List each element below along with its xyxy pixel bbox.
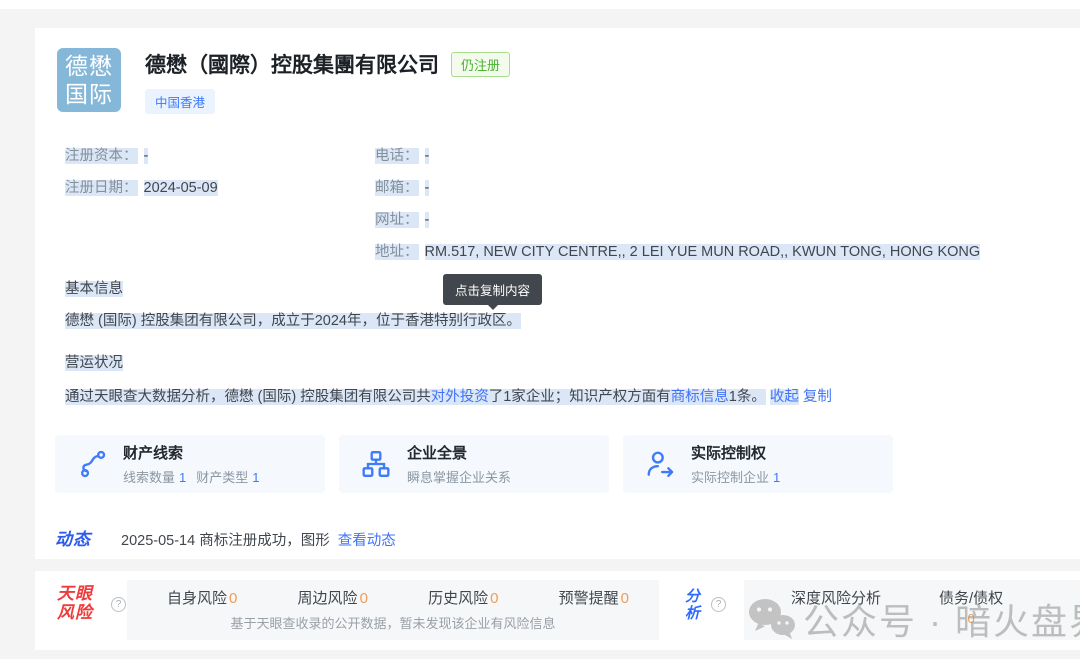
info-row-website: 网址：- — [375, 210, 980, 231]
news-text: 2025-05-14 商标注册成功，图形 — [121, 529, 330, 550]
operation-text-part2: 了1家企业；知识产权方面有 — [489, 389, 671, 405]
analysis-help-icon[interactable]: ? — [711, 597, 726, 612]
analysis-item-deep-risk[interactable]: 深度风险分析 — [791, 587, 881, 626]
clue-icon — [77, 449, 107, 479]
copy-link[interactable]: 复制 — [803, 389, 832, 405]
outbound-investment-link[interactable]: 对外投资 — [431, 389, 489, 405]
company-profile-card: 德懋 国际 德懋（國際）控股集團有限公司 仍注册 中国香港 注册资本：- 注册日… — [35, 28, 1080, 559]
info-label: 注册资本： — [65, 148, 138, 164]
news-logo: 动态 — [55, 525, 91, 550]
collapse-link[interactable]: 收起 — [770, 389, 799, 405]
info-row-registered-date: 注册日期： 2024-05-09 — [65, 178, 218, 199]
risk-note: 基于天眼查收录的公开数据，暂未发现该企业有风险信息 — [127, 613, 659, 632]
news-row: 动态 2025-05-14 商标注册成功，图形 查看动态 — [55, 525, 396, 550]
basic-info-text[interactable]: 德懋 (国际) 控股集团有限公司，成立于2024年，位于香港特别行政区。 — [65, 310, 832, 332]
info-value[interactable]: RM.517, NEW CITY CENTRE,, 2 LEI YUE MUN … — [425, 244, 981, 260]
risk-help-icon[interactable]: ? — [111, 597, 126, 612]
operation-text-part1: 通过天眼查大数据分析，德懋 (国际) 控股集团有限公司共 — [65, 389, 431, 405]
info-value[interactable]: - — [144, 148, 149, 164]
info-label: 网址： — [375, 212, 419, 228]
analysis-item-debt[interactable]: 债务/债权0 — [939, 587, 1003, 626]
info-row-registered-capital: 注册资本：- — [65, 146, 218, 167]
company-logo-line1: 德懋 — [57, 52, 121, 80]
info-row-phone: 电话：- — [375, 146, 980, 167]
card-property-clues[interactable]: 财产线索 线索数量1财产类型1 — [55, 435, 325, 493]
operation-heading: 营运状况 — [65, 352, 832, 374]
card-title: 企业全景 — [407, 442, 511, 463]
analysis-panel: 深度风险分析 债务/债权0 竞 — [744, 580, 1080, 640]
card-actual-control[interactable]: 实际控制权 实际控制企业1 — [623, 435, 893, 493]
title-row: 德懋（國際）控股集團有限公司 仍注册 — [145, 49, 510, 79]
info-label: 邮箱： — [375, 180, 419, 196]
copy-tooltip: 点击复制内容 — [443, 274, 542, 305]
card-title: 实际控制权 — [691, 442, 790, 463]
info-row-email: 邮箱：- — [375, 178, 980, 199]
actual-control-icon — [645, 449, 675, 479]
risk-item-surrounding[interactable]: 周边风险0 — [298, 587, 368, 608]
info-label: 地址： — [375, 244, 419, 260]
info-label: 注册日期： — [65, 180, 138, 196]
info-value[interactable]: - — [425, 148, 430, 164]
operation-text: 通过天眼查大数据分析，德懋 (国际) 控股集团有限公司共对外投资了1家企业；知识… — [65, 386, 832, 408]
info-value[interactable]: 2024-05-09 — [144, 180, 218, 196]
card-title: 财产线索 — [123, 442, 270, 463]
risk-panel: 自身风险0 周边风险0 历史风险0 预警提醒0 基于天眼查收录的公开数据，暂未发… — [127, 580, 659, 640]
top-strip — [0, 0, 1080, 9]
risk-analysis-bar: 天眼 风险 ? 自身风险0 周边风险0 历史风险0 预警提醒0 基于天眼查收录的… — [35, 571, 1080, 650]
card-company-panorama[interactable]: 企业全景 瞬息掌握企业关系 — [339, 435, 609, 493]
info-row-address: 地址： RM.517, NEW CITY CENTRE,, 2 LEI YUE M… — [375, 242, 980, 263]
region-tag: 中国香港 — [145, 89, 215, 114]
feature-cards: 财产线索 线索数量1财产类型1 企业全景 瞬息掌握企业关系 — [55, 435, 907, 493]
company-logo-line2: 国际 — [57, 80, 121, 108]
org-chart-icon — [361, 449, 391, 479]
company-logo: 德懋 国际 — [57, 48, 121, 112]
card-subtitle: 瞬息掌握企业关系 — [407, 467, 511, 486]
view-news-link[interactable]: 查看动态 — [338, 529, 396, 550]
info-column-right: 电话：- 邮箱：- 网址：- 地址：RM.517, NEW CITY CENTR… — [375, 146, 980, 274]
risk-item-history[interactable]: 历史风险0 — [428, 587, 498, 608]
trademark-info-link[interactable]: 商标信息 — [671, 389, 729, 405]
info-value[interactable]: - — [425, 212, 430, 228]
risk-items: 自身风险0 周边风险0 历史风险0 预警提醒0 — [127, 580, 659, 608]
analysis-items: 深度风险分析 债务/债权0 竞 — [744, 580, 1080, 626]
info-column-left: 注册资本：- 注册日期： 2024-05-09 — [65, 146, 218, 210]
card-subtitle: 实际控制企业1 — [691, 467, 790, 486]
risk-item-warning[interactable]: 预警提醒0 — [559, 587, 629, 608]
tianyan-risk-logo: 天眼 风险 — [57, 584, 93, 622]
status-badge: 仍注册 — [451, 52, 510, 77]
analysis-logo: 分 析 — [685, 588, 700, 622]
company-name: 德懋（國際）控股集團有限公司 — [145, 49, 439, 79]
info-value[interactable]: - — [425, 180, 430, 196]
info-label: 电话： — [375, 148, 419, 164]
risk-item-self[interactable]: 自身风险0 — [167, 587, 237, 608]
card-subtitle: 线索数量1财产类型1 — [123, 467, 270, 486]
operation-text-part3: 1条。 — [729, 389, 766, 405]
